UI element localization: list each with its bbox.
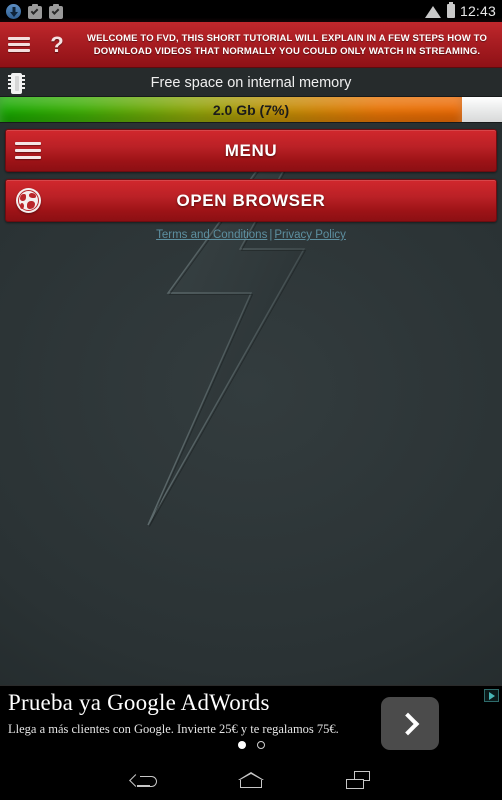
menu-button-icon-wrap <box>6 138 50 163</box>
ad-banner[interactable]: Prueba ya Google AdWords Llega a más cli… <box>0 685 502 760</box>
progress-label: 2.0 Gb (7%) <box>212 101 290 118</box>
question-mark-icon: ? <box>50 31 64 57</box>
links-separator: | <box>269 229 273 241</box>
android-navigation-bar <box>0 760 502 800</box>
browser-button-icon-wrap <box>6 188 50 213</box>
tutorial-banner-text: WELCOME TO FVD, THIS SHORT TUTORIAL WILL… <box>86 32 487 57</box>
adchoices-icon[interactable] <box>484 689 499 702</box>
back-arrow-icon <box>128 773 157 787</box>
download-icon <box>6 3 21 19</box>
battery-icon <box>446 4 455 18</box>
privacy-policy-link[interactable]: Privacy Policy <box>274 229 346 241</box>
header-help-button[interactable]: ? <box>38 22 76 68</box>
ad-dot-active[interactable] <box>237 741 246 749</box>
ad-dot-inactive[interactable] <box>256 741 265 749</box>
ad-headline: Prueba ya Google AdWords <box>8 690 270 715</box>
back-button[interactable] <box>121 765 167 795</box>
globe-icon <box>15 188 41 213</box>
wifi-icon <box>425 5 442 18</box>
chevron-right-icon <box>396 712 419 735</box>
status-bar: 12:43 <box>0 0 502 22</box>
terms-and-conditions-link[interactable]: Terms and Conditions <box>156 229 267 241</box>
legal-links: Terms and Conditions | Privacy Policy <box>5 229 497 241</box>
open-browser-button[interactable]: OPEN BROWSER <box>5 179 497 222</box>
home-button[interactable] <box>228 765 274 795</box>
menu-button-label: MENU <box>224 140 278 160</box>
status-clock: 12:43 <box>459 3 496 19</box>
menu-button[interactable]: MENU <box>5 129 497 172</box>
hamburger-icon <box>8 34 30 55</box>
hamburger-icon <box>15 138 41 163</box>
main-content: MENU OPEN BROWSER Terms and Conditions | P… <box>0 123 502 755</box>
action-buttons: MENU OPEN BROWSER Terms and Conditions | P… <box>0 123 502 241</box>
ad-subtext: Llega a más clientes con Google. Inviert… <box>8 722 339 736</box>
ad-next-button[interactable] <box>381 697 439 750</box>
clipboard-check-icon-2 <box>49 3 63 19</box>
status-right-icons: 12:43 <box>425 3 496 19</box>
recents-button[interactable] <box>335 765 381 795</box>
memory-section: Free space on internal memory 2.0 Gb (7%… <box>0 68 502 123</box>
status-left-icons <box>6 3 63 19</box>
home-icon <box>237 772 264 788</box>
clipboard-check-icon <box>28 3 42 19</box>
memory-title: Free space on internal memory <box>150 75 352 91</box>
recents-icon <box>346 771 371 789</box>
open-browser-button-label: OPEN BROWSER <box>176 190 326 210</box>
header-menu-button[interactable] <box>0 22 38 68</box>
free-space-progress-bar: 2.0 Gb (7%) <box>0 96 502 123</box>
app-root: 12:43 ? WELCOME TO FVD, THIS SHORT TUTOR… <box>0 0 502 800</box>
memory-title-row: Free space on internal memory <box>0 70 502 96</box>
app-header: ? WELCOME TO FVD, THIS SHORT TUTORIAL WI… <box>0 22 502 68</box>
